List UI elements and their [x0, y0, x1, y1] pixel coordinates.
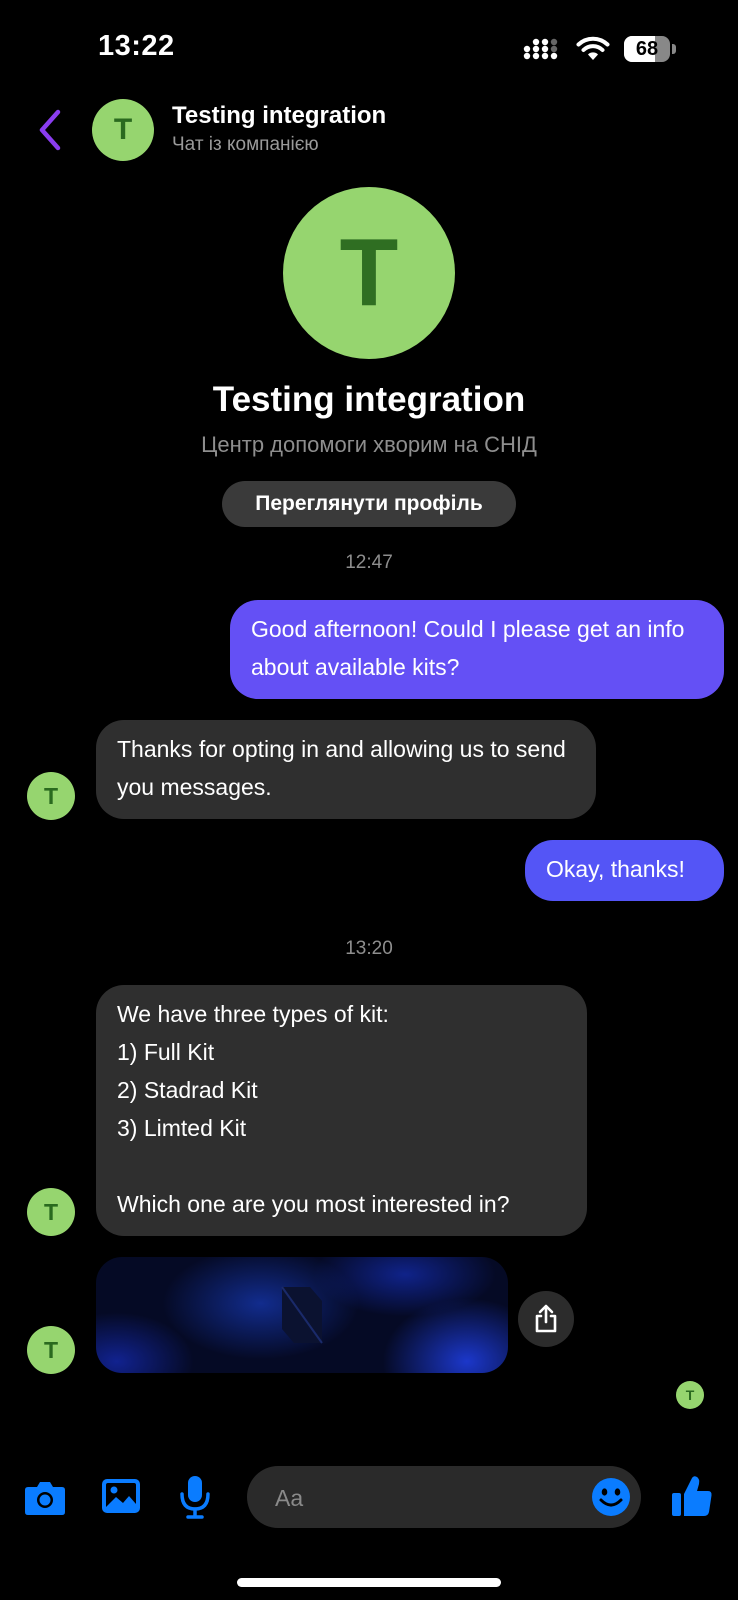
- gallery-button[interactable]: [99, 1476, 143, 1516]
- share-button[interactable]: [518, 1291, 574, 1347]
- media-attachment[interactable]: [96, 1257, 508, 1373]
- camera-icon: [25, 1482, 65, 1515]
- camera-button[interactable]: [22, 1476, 68, 1520]
- share-icon: [535, 1304, 557, 1333]
- microphone-button[interactable]: [178, 1474, 212, 1520]
- microphone-icon: [180, 1476, 210, 1519]
- cellular-signal-icon: [523, 38, 558, 60]
- status-icons: 68: [522, 36, 676, 62]
- battery-icon: 68: [624, 36, 676, 62]
- contact-avatar: T: [27, 1326, 75, 1374]
- view-profile-button[interactable]: Переглянути профіль: [222, 481, 516, 527]
- home-indicator: [237, 1578, 501, 1587]
- status-time: 13:22: [98, 30, 175, 62]
- incoming-message[interactable]: Thanks for opting in and allowing us to …: [96, 720, 596, 819]
- message-text-field[interactable]: [273, 1466, 567, 1530]
- battery-level: 68: [635, 38, 659, 60]
- logo-icon: [281, 1286, 323, 1344]
- wifi-icon: [576, 36, 610, 60]
- like-button[interactable]: [671, 1474, 713, 1518]
- profile-name: Testing integration: [212, 380, 526, 419]
- outgoing-message[interactable]: Good afternoon! Could I please get an in…: [230, 600, 724, 699]
- thumbs-up-icon: [672, 1476, 712, 1516]
- emoji-icon[interactable]: [591, 1477, 631, 1517]
- message-input[interactable]: [247, 1466, 641, 1530]
- incoming-message[interactable]: We have three types of kit: 1) Full Kit …: [96, 985, 587, 1236]
- header-avatar[interactable]: T: [92, 99, 154, 161]
- profile-avatar: T: [283, 187, 455, 359]
- contact-avatar: T: [27, 772, 75, 820]
- photo-icon: [102, 1479, 140, 1513]
- chat-subtitle: Чат із компанією: [172, 134, 319, 155]
- chat-title[interactable]: Testing integration: [172, 102, 386, 130]
- profile-subtitle: Центр допомоги хворим на СНІД: [201, 432, 537, 457]
- read-receipt-avatar: T: [676, 1381, 704, 1409]
- outgoing-message[interactable]: Okay, thanks!: [525, 840, 724, 901]
- timestamp: 12:47: [345, 552, 393, 573]
- back-chevron-icon[interactable]: [34, 108, 64, 152]
- timestamp: 13:20: [345, 938, 393, 959]
- contact-avatar: T: [27, 1188, 75, 1236]
